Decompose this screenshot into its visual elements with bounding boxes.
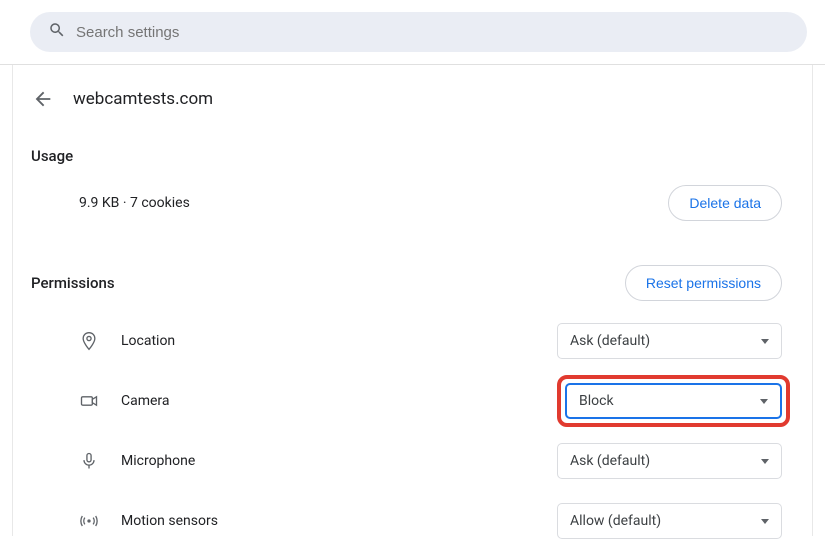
permission-row-microphone: Microphone Ask (default) [79, 443, 782, 479]
microphone-icon [79, 451, 99, 471]
reset-permissions-button[interactable]: Reset permissions [625, 265, 782, 301]
permission-label: Motion sensors [121, 513, 218, 529]
chevron-down-icon [760, 399, 768, 404]
usage-summary: 9.9 KB · 7 cookies [79, 195, 190, 211]
camera-icon [79, 391, 99, 411]
permissions-title: Permissions [31, 274, 115, 292]
permission-select-motion-sensors[interactable]: Allow (default) [557, 503, 782, 539]
permission-select-location[interactable]: Ask (default) [557, 323, 782, 359]
back-button[interactable] [31, 87, 55, 111]
permission-label: Camera [121, 393, 170, 409]
highlight-annotation: Block [557, 375, 790, 427]
motion-sensors-icon [79, 511, 99, 531]
permission-value: Block [579, 393, 614, 409]
delete-data-button[interactable]: Delete data [668, 185, 782, 221]
search-input[interactable] [76, 24, 789, 41]
permission-label: Microphone [121, 453, 195, 469]
permission-row-motion-sensors: Motion sensors Allow (default) [79, 503, 782, 539]
permission-value: Allow (default) [570, 513, 661, 529]
permission-row-location: Location Ask (default) [79, 323, 782, 359]
permission-label: Location [121, 333, 175, 349]
site-name: webcamtests.com [73, 89, 213, 109]
permission-value: Ask (default) [570, 453, 650, 469]
permission-value: Ask (default) [570, 333, 650, 349]
permission-select-microphone[interactable]: Ask (default) [557, 443, 782, 479]
location-icon [79, 331, 99, 351]
search-icon [48, 21, 66, 43]
usage-title: Usage [31, 147, 782, 165]
chevron-down-icon [761, 519, 769, 524]
chevron-down-icon [761, 459, 769, 464]
search-bar[interactable] [30, 12, 807, 52]
site-header: webcamtests.com [31, 71, 782, 135]
permission-select-camera[interactable]: Block [565, 383, 782, 419]
chevron-down-icon [761, 339, 769, 344]
permission-row-camera: Camera Block [79, 383, 782, 419]
